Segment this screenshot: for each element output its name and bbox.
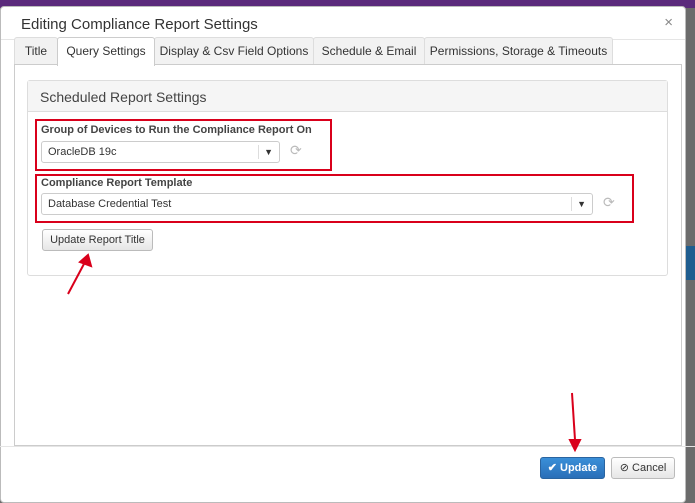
update-label: Update bbox=[560, 462, 598, 474]
cancel-button[interactable]: ⊘ Cancel bbox=[611, 457, 675, 479]
tab-display-csv[interactable]: Display & Csv Field Options bbox=[154, 37, 314, 64]
ban-icon: ⊘ bbox=[619, 462, 633, 474]
section-header: Scheduled Report Settings bbox=[28, 81, 667, 112]
annotation-box-device-group bbox=[35, 119, 332, 171]
modal-footer-divider bbox=[0, 446, 695, 447]
tab-query-settings[interactable]: Query Settings bbox=[57, 37, 155, 66]
cancel-label: Cancel bbox=[632, 462, 667, 474]
section-title: Scheduled Report Settings bbox=[40, 89, 207, 105]
tab-schedule-email[interactable]: Schedule & Email bbox=[313, 37, 425, 64]
modal-title: Editing Compliance Report Settings bbox=[21, 16, 258, 33]
modal-header: Editing Compliance Report Settings × bbox=[1, 7, 685, 40]
tab-title[interactable]: Title bbox=[14, 37, 58, 64]
tab-permissions[interactable]: Permissions, Storage & Timeouts bbox=[424, 37, 613, 64]
check-icon: ✔ bbox=[547, 462, 560, 474]
close-icon[interactable]: × bbox=[664, 14, 673, 31]
update-report-title-button[interactable]: Update Report Title bbox=[42, 229, 153, 251]
annotation-box-template bbox=[35, 174, 634, 223]
background-strip-right bbox=[686, 246, 695, 280]
update-button[interactable]: ✔ Update bbox=[540, 457, 605, 479]
